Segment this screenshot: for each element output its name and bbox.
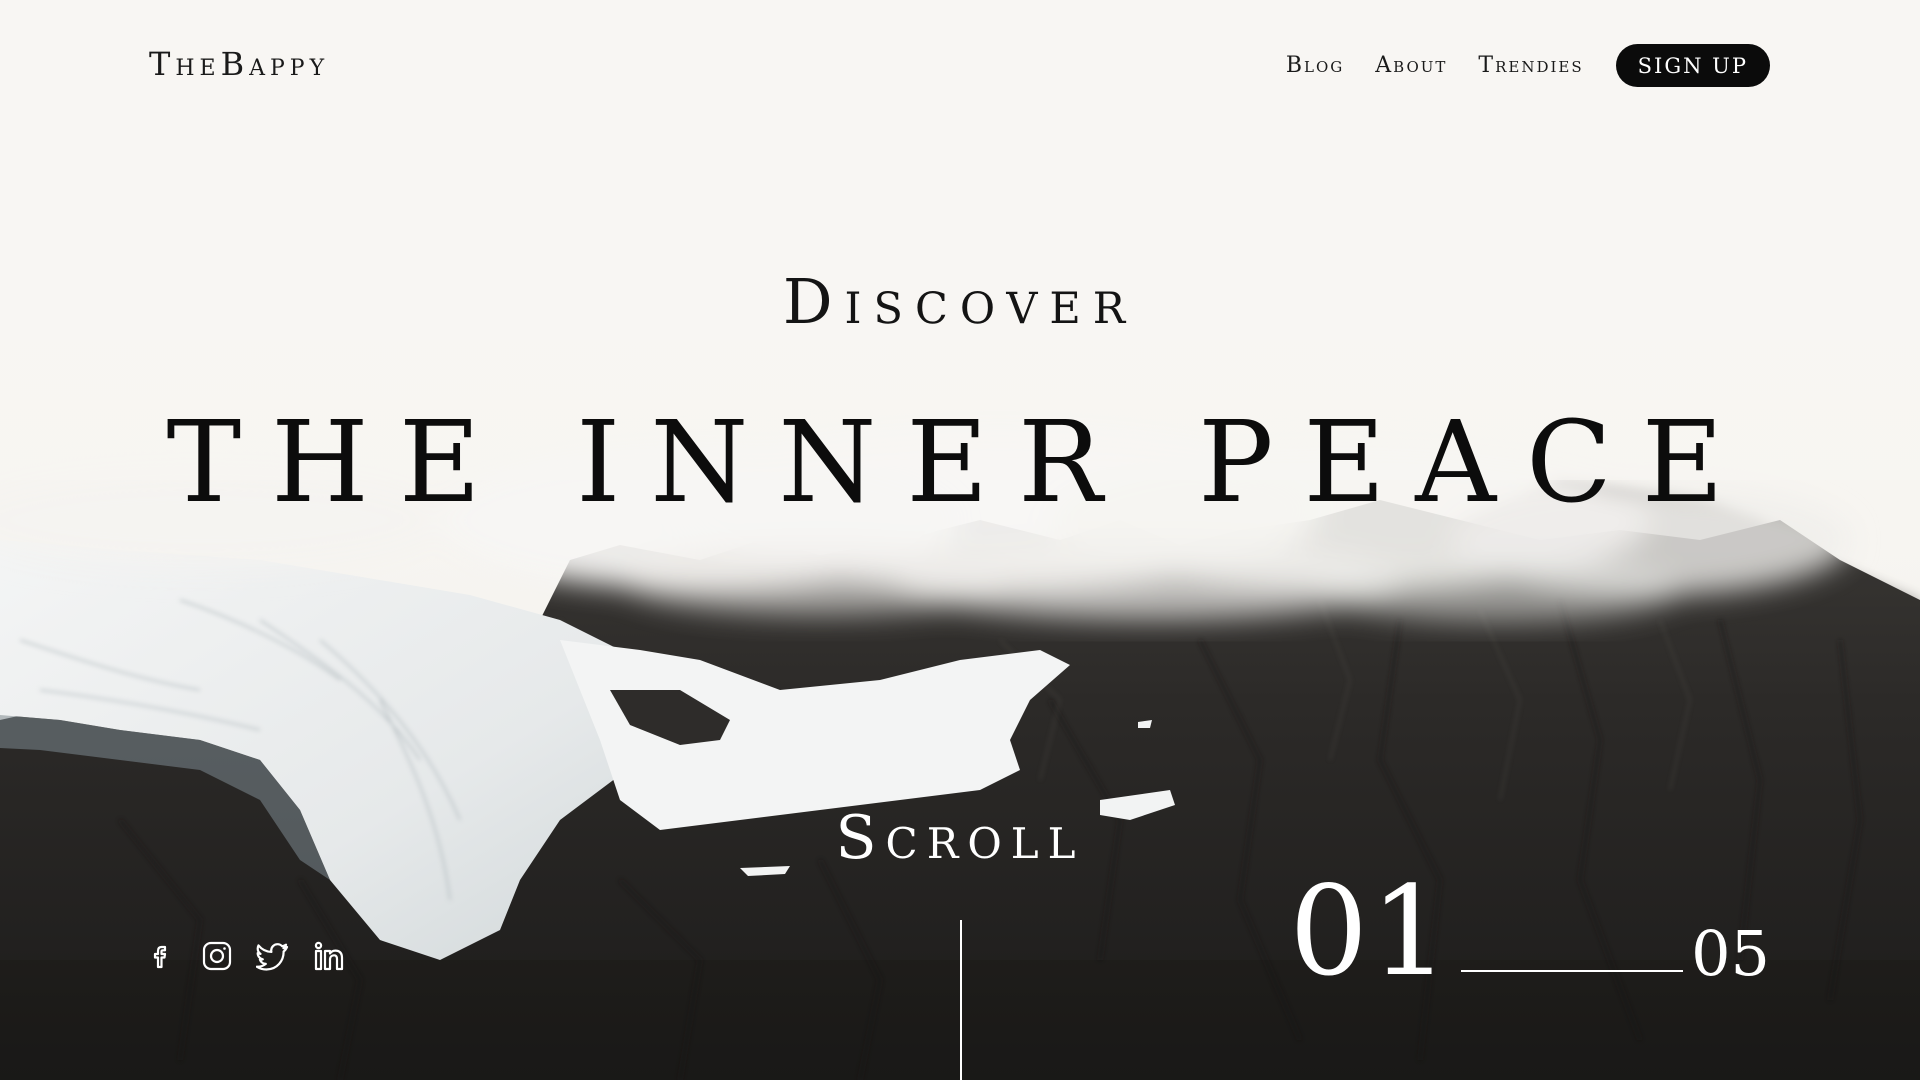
hero-kicker: Discover <box>782 265 1138 338</box>
slide-total-number: 05 <box>1691 917 1770 990</box>
facebook-icon[interactable] <box>144 939 178 973</box>
social-links <box>144 939 346 973</box>
scroll-indicator-line <box>960 920 962 1080</box>
brand-logo[interactable]: TheBappy <box>149 44 329 84</box>
hero-section: TheBappy Blog About Trendies SIGN UP Dis… <box>0 0 1920 1080</box>
scroll-label[interactable]: Scroll <box>0 800 1920 876</box>
nav-link-about[interactable]: About <box>1375 51 1447 81</box>
signup-button[interactable]: SIGN UP <box>1615 44 1770 87</box>
slide-current-number: 01 <box>1289 860 1452 1004</box>
main-nav: Blog About Trendies SIGN UP <box>1286 44 1770 87</box>
instagram-icon[interactable] <box>200 939 234 973</box>
slide-progress-line <box>1461 970 1684 972</box>
nav-link-trendies[interactable]: Trendies <box>1478 51 1583 81</box>
slide-counter: 01 05 <box>1289 860 1770 1004</box>
hero-title: THE INNER PEACE <box>166 398 1754 528</box>
linkedin-icon[interactable] <box>312 939 346 973</box>
nav-link-blog[interactable]: Blog <box>1286 51 1344 81</box>
twitter-icon[interactable] <box>256 939 290 973</box>
